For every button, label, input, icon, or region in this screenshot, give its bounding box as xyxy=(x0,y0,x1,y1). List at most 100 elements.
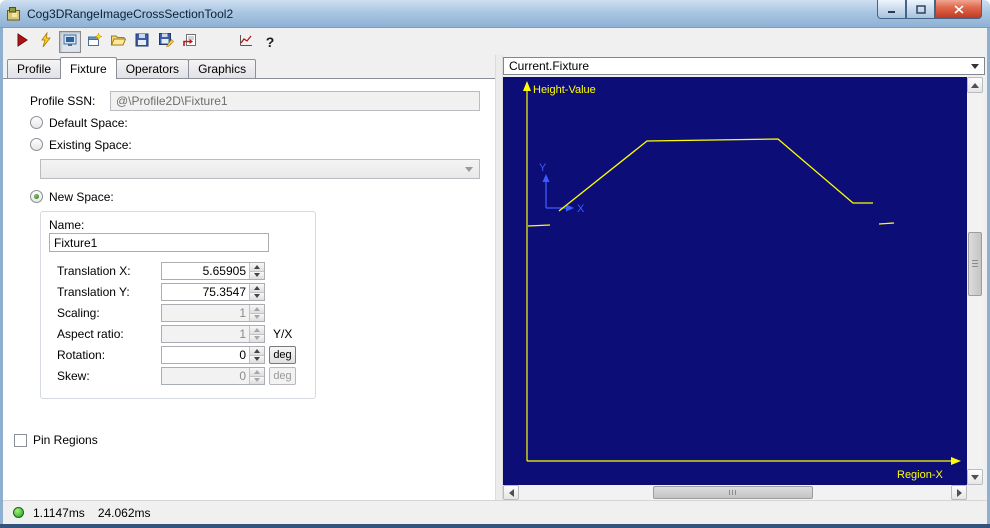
electric-run-button[interactable] xyxy=(35,31,57,53)
scaling-spinner xyxy=(161,304,265,322)
aspect-ratio-label: Aspect ratio: xyxy=(57,327,124,341)
translation-x-input[interactable] xyxy=(162,263,249,279)
main-area: Profile Fixture Operators Graphics Profi… xyxy=(3,55,987,500)
rotation-input[interactable] xyxy=(162,347,249,363)
window-frame-left xyxy=(0,28,3,528)
save-as-button[interactable] xyxy=(155,31,177,53)
x-axis-arrow xyxy=(951,457,961,465)
default-space-label: Default Space: xyxy=(49,115,128,130)
folder-open-icon xyxy=(110,32,127,51)
close-button[interactable] xyxy=(935,0,982,19)
spin-up-icon xyxy=(250,305,264,313)
help-button[interactable]: ? xyxy=(259,31,281,53)
translation-y-spinner[interactable] xyxy=(161,283,265,301)
app-icon xyxy=(6,6,22,22)
import-button[interactable] xyxy=(179,31,201,53)
display-toggle-button[interactable] xyxy=(59,30,81,53)
maximize-button[interactable] xyxy=(906,0,935,19)
tab-graphics[interactable]: Graphics xyxy=(188,59,257,78)
translation-y-input[interactable] xyxy=(162,284,249,300)
horizontal-scroll-thumb[interactable] xyxy=(653,486,813,499)
window-title: Cog3DRangeImageCrossSectionTool2 xyxy=(27,6,234,21)
display-selector-combo[interactable]: Current.Fixture xyxy=(503,57,985,75)
marker-x-label: X xyxy=(577,203,585,215)
spin-down-icon[interactable] xyxy=(250,291,264,300)
profile-ssn-label: Profile SSN: xyxy=(30,94,96,108)
spin-up-icon[interactable] xyxy=(250,347,264,355)
status-bar: 1.1147ms 24.062ms xyxy=(3,500,987,524)
translation-x-label: Translation X: xyxy=(57,264,131,278)
rotation-unit-button[interactable]: deg xyxy=(269,346,296,364)
aspect-ratio-unit: Y/X xyxy=(273,327,293,341)
scroll-right-icon[interactable] xyxy=(951,485,967,500)
scroll-left-icon[interactable] xyxy=(503,485,519,500)
aspect-ratio-spinner xyxy=(161,325,265,343)
vertical-scroll-thumb[interactable] xyxy=(968,232,982,296)
spinner-buttons xyxy=(249,368,264,384)
monitor-icon xyxy=(62,32,78,51)
new-space-radio[interactable]: New Space: xyxy=(30,189,114,204)
profile-plot: Height-Value Region-X Y X xyxy=(523,81,961,481)
spinner-buttons xyxy=(249,305,264,321)
marker-y-label: Y xyxy=(539,162,547,174)
vertical-scrollbar[interactable] xyxy=(967,77,983,485)
pin-regions-label: Pin Regions xyxy=(33,433,98,447)
status-time-1: 1.1147ms xyxy=(33,505,85,520)
default-space-radio[interactable]: Default Space: xyxy=(30,115,128,130)
spinner-buttons[interactable] xyxy=(249,347,264,363)
new-window-button[interactable] xyxy=(83,31,105,53)
scroll-down-icon[interactable] xyxy=(967,469,983,485)
tab-profile[interactable]: Profile xyxy=(7,59,62,78)
radio-circle xyxy=(30,116,43,129)
profile-scope-button[interactable] xyxy=(235,31,257,53)
floppy-pencil-icon xyxy=(158,32,174,51)
rotation-label: Rotation: xyxy=(57,348,106,362)
display-pane: Current.Fixture Height-Value Region-X Y … xyxy=(503,55,987,500)
checkbox-box xyxy=(14,433,27,447)
spin-up-icon xyxy=(250,326,264,334)
skew-unit-button: deg xyxy=(269,367,296,385)
rotation-spinner[interactable] xyxy=(161,346,265,364)
name-label: Name: xyxy=(49,218,85,232)
name-input[interactable] xyxy=(49,233,269,252)
spin-up-icon[interactable] xyxy=(250,284,264,292)
x-axis-label: Region-X xyxy=(897,469,944,481)
save-button[interactable] xyxy=(131,31,153,53)
scaling-input xyxy=(162,305,249,321)
spinner-buttons[interactable] xyxy=(249,263,264,279)
open-file-button[interactable] xyxy=(107,31,129,53)
skew-label: Skew: xyxy=(57,369,90,383)
spin-up-icon[interactable] xyxy=(250,263,264,271)
tab-fixture[interactable]: Fixture xyxy=(60,57,117,79)
window-frame-bottom xyxy=(0,524,990,528)
titlebar[interactable]: Cog3DRangeImageCrossSectionTool2 xyxy=(0,0,990,28)
spin-down-icon xyxy=(250,333,264,342)
scroll-up-icon[interactable] xyxy=(967,77,983,93)
scope-icon xyxy=(238,32,254,51)
horizontal-scrollbar[interactable] xyxy=(503,485,967,500)
skew-spinner xyxy=(161,367,265,385)
radio-circle-checked xyxy=(30,190,43,203)
spinner-buttons[interactable] xyxy=(249,284,264,300)
spin-down-icon[interactable] xyxy=(250,270,264,279)
status-led xyxy=(13,507,24,518)
spinner-buttons xyxy=(249,326,264,342)
pane-splitter[interactable] xyxy=(495,55,503,500)
tab-strip: Profile Fixture Operators Graphics xyxy=(3,55,495,79)
play-icon xyxy=(14,32,30,51)
translation-y-label: Translation Y: xyxy=(57,285,130,299)
spin-up-icon xyxy=(250,368,264,376)
profile-display[interactable]: Height-Value Region-X Y X xyxy=(503,77,967,485)
spin-down-icon xyxy=(250,312,264,321)
translation-x-spinner[interactable] xyxy=(161,262,265,280)
y-axis-arrow xyxy=(523,81,531,91)
left-pane: Profile Fixture Operators Graphics Profi… xyxy=(3,55,495,500)
pin-regions-checkbox[interactable]: Pin Regions xyxy=(14,433,98,447)
existing-space-radio[interactable]: Existing Space: xyxy=(30,137,132,152)
spin-down-icon[interactable] xyxy=(250,354,264,363)
new-space-group: Name: Translation X: Translation Y: Scal… xyxy=(40,211,316,399)
run-button[interactable] xyxy=(11,31,33,53)
tab-operators[interactable]: Operators xyxy=(115,59,190,78)
minimize-button[interactable] xyxy=(877,0,906,19)
tool-edit-window: Cog3DRangeImageCrossSectionTool2 ? Profi… xyxy=(0,0,990,528)
